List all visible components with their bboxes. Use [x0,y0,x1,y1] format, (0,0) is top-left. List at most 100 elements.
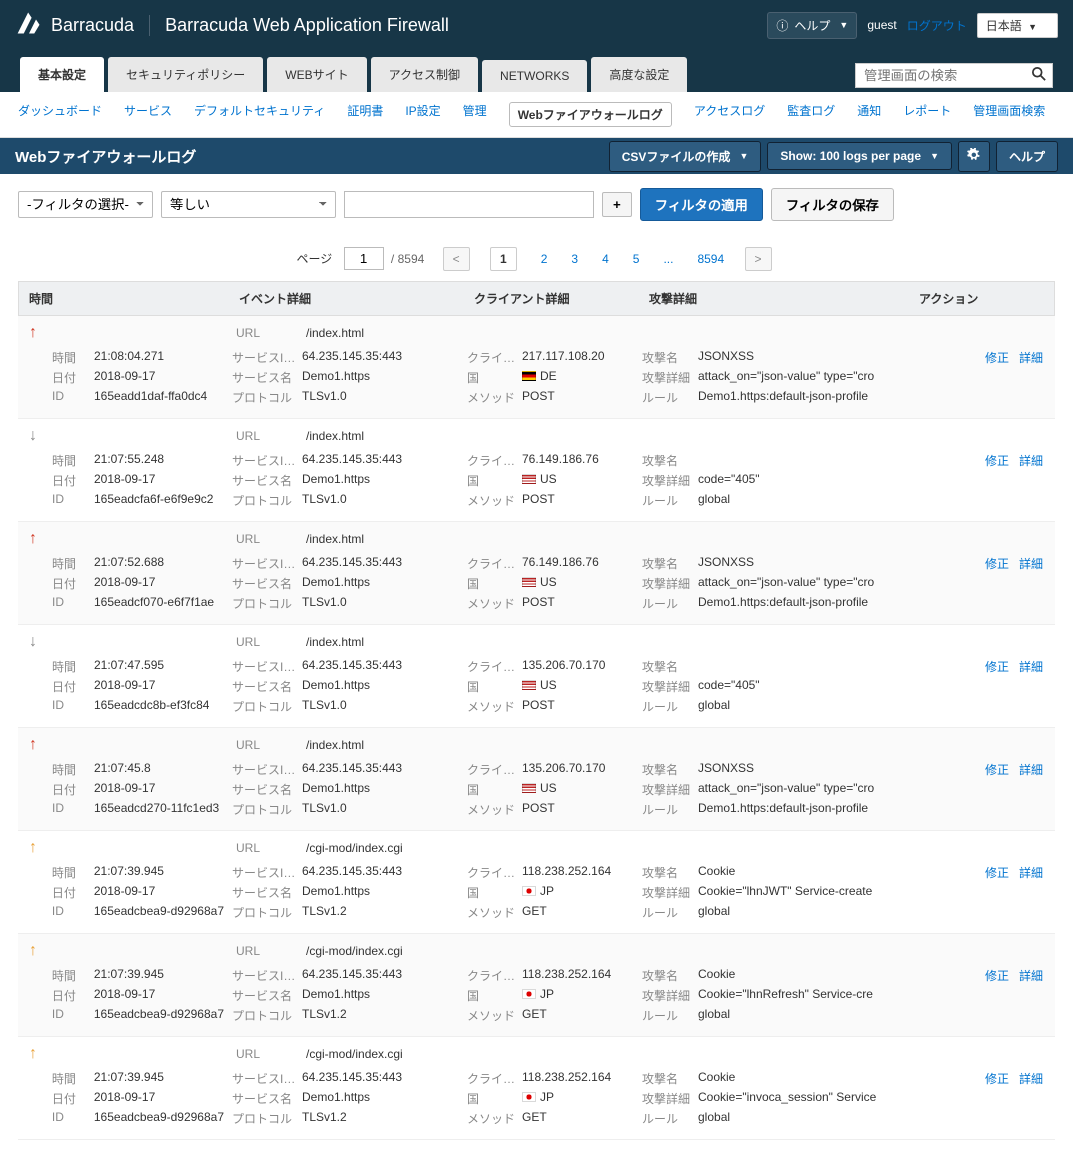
main-tab[interactable]: 基本設定 [20,57,104,92]
page-link[interactable]: 1 [490,247,517,271]
subnav-item[interactable]: 証明書 [347,102,383,127]
flag-icon [522,474,536,484]
help-icon: ⓘ [776,17,788,34]
search-icon[interactable] [1026,67,1052,84]
settings-button[interactable] [958,141,990,172]
subnav-item[interactable]: 管理 [463,102,487,127]
severity-arrow-icon: ↑ [18,837,48,923]
flag-icon [522,1092,536,1102]
sub-nav: ダッシュボードサービスデフォルトセキュリティ証明書 IP設定管理 Webファイアウォ… [0,92,1073,138]
apply-filter-button[interactable]: フィルタの適用 [640,188,763,221]
severity-arrow-icon: ↑ [18,1043,48,1129]
fix-link[interactable]: 修正 [985,452,1009,469]
detail-link[interactable]: 詳細 [1019,452,1043,469]
fix-link[interactable]: 修正 [985,658,1009,675]
page-label: ページ [296,252,332,266]
csv-export-button[interactable]: CSVファイルの作成▼ [609,141,762,172]
language-select[interactable]: 日本語 ▼ [977,13,1058,38]
log-row: ↑ 時間21:07:45.8 日付2018-09-17 ID165eadcd27… [18,728,1055,831]
subnav-item[interactable]: アクセスログ [694,102,765,127]
detail-link[interactable]: 詳細 [1019,761,1043,778]
show-per-page-button[interactable]: Show: 100 logs per page▼ [767,142,952,170]
log-list: 時間 イベント詳細 クライアント詳細 攻撃詳細 アクション ↑ 時間21:08:… [0,281,1073,1160]
subnav-item[interactable]: 通知 [857,102,881,127]
subnav-item[interactable]: ダッシュボード [18,102,102,127]
gear-icon [967,148,981,165]
page-next-button[interactable]: > [745,247,772,271]
main-tab[interactable]: セキュリティポリシー [108,57,263,92]
fix-link[interactable]: 修正 [985,967,1009,984]
severity-arrow-icon: ↑ [18,734,48,820]
save-filter-button[interactable]: フィルタの保存 [771,188,894,221]
main-tab[interactable]: WEBサイト [267,57,366,92]
page-link[interactable]: ... [663,252,673,266]
main-tabs: 基本設定セキュリティポリシーWEBサイトアクセス制御NETWORKS高度な設定 [0,50,1073,92]
flag-icon [522,886,536,896]
detail-link[interactable]: 詳細 [1019,658,1043,675]
chevron-down-icon: ▼ [1028,22,1037,32]
table-header: 時間 イベント詳細 クライアント詳細 攻撃詳細 アクション [18,281,1055,316]
severity-arrow-icon: ↓ [18,631,48,717]
detail-link[interactable]: 詳細 [1019,967,1043,984]
search-input[interactable] [856,64,1026,87]
main-tab[interactable]: NETWORKS [482,60,587,92]
col-action: アクション [909,282,1054,315]
log-row: ↓ 時間21:07:47.595 日付2018-09-17 ID165eadcd… [18,625,1055,728]
detail-link[interactable]: 詳細 [1019,1070,1043,1087]
barracuda-icon [15,9,43,42]
user-label: guest [867,18,896,32]
flag-icon [522,989,536,999]
flag-icon [522,783,536,793]
chevron-down-icon: ▼ [739,151,748,161]
fix-link[interactable]: 修正 [985,1070,1009,1087]
severity-arrow-icon: ↑ [18,322,48,408]
log-row: ↑ 時間21:07:52.688 日付2018-09-17 ID165eadcf… [18,522,1055,625]
top-bar: Barracuda Barracuda Web Application Fire… [0,0,1073,50]
brand-logo: Barracuda [15,9,134,42]
log-row: ↑ 時間21:07:39.945 日付2018-09-17 ID165eadcb… [18,934,1055,1037]
fix-link[interactable]: 修正 [985,349,1009,366]
help-dropdown[interactable]: ⓘ ヘルプ ▼ [767,12,857,39]
col-attack: 攻撃詳細 [639,282,909,315]
page-link[interactable]: 5 [633,252,640,266]
subnav-item[interactable]: Webファイアウォールログ [509,102,672,127]
admin-search [855,63,1053,88]
chevron-down-icon: ▼ [930,151,939,161]
subnav-item[interactable]: 管理画面検索 [973,102,1045,127]
filter-value-input[interactable] [344,191,594,218]
page-prev-button[interactable]: < [443,247,470,271]
main-tab[interactable]: 高度な設定 [591,57,687,92]
col-event: イベント詳細 [229,282,464,315]
log-row: ↑ 時間21:07:39.945 日付2018-09-17 ID165eadcb… [18,831,1055,934]
detail-link[interactable]: 詳細 [1019,555,1043,572]
filter-field-select[interactable]: -フィルタの選択- [18,191,153,218]
severity-arrow-icon: ↑ [18,528,48,614]
pagination: ページ / 8594 < 1 2 3 4 5... 8594 > [0,229,1073,281]
flag-icon [522,577,536,587]
subnav-item[interactable]: レポート [903,102,951,127]
detail-link[interactable]: 詳細 [1019,349,1043,366]
filter-op-select[interactable]: 等しい [161,191,336,218]
page-link[interactable]: 8594 [697,252,724,266]
page-total: / 8594 [391,252,424,266]
help-button[interactable]: ヘルプ [996,141,1058,172]
fix-link[interactable]: 修正 [985,761,1009,778]
col-client: クライアント詳細 [464,282,639,315]
subnav-item[interactable]: デフォルトセキュリティ [194,102,325,127]
subnav-item[interactable]: サービス [124,102,172,127]
page-input[interactable] [344,247,384,270]
page-link[interactable]: 2 [541,252,548,266]
subnav-item[interactable]: IP設定 [405,102,440,127]
page-link[interactable]: 3 [571,252,578,266]
log-row: ↑ 時間21:07:39.945 日付2018-09-17 ID165eadcb… [18,1037,1055,1140]
fix-link[interactable]: 修正 [985,555,1009,572]
detail-link[interactable]: 詳細 [1019,864,1043,881]
add-filter-button[interactable]: + [602,192,632,217]
main-tab[interactable]: アクセス制御 [371,57,478,92]
fix-link[interactable]: 修正 [985,864,1009,881]
page-link[interactable]: 4 [602,252,609,266]
subnav-item[interactable]: 監査ログ [787,102,835,127]
chevron-down-icon: ▼ [839,20,848,30]
col-time: 時間 [19,282,229,315]
logout-link[interactable]: ログアウト [907,17,967,34]
